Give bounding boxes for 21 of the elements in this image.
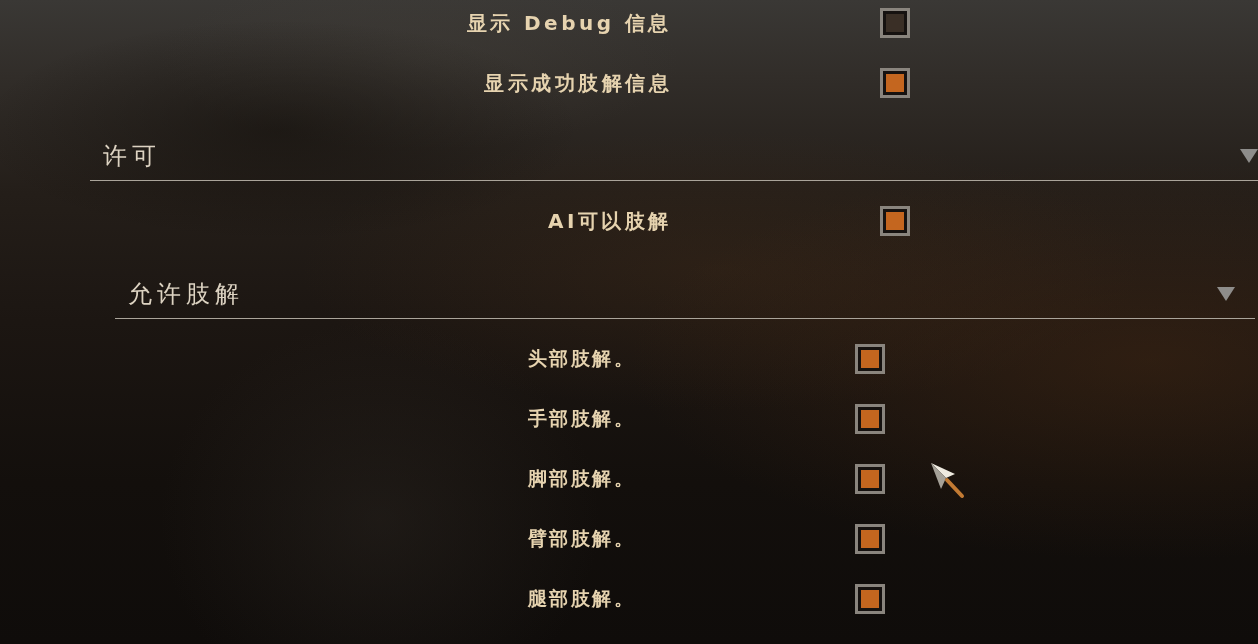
checkbox[interactable] <box>880 68 910 98</box>
setting-label: AI可以肢解 <box>547 207 672 235</box>
caret-down-icon[interactable] <box>1217 286 1235 301</box>
checkbox[interactable] <box>855 524 885 554</box>
checkbox[interactable] <box>880 8 910 38</box>
arrow-cursor-icon <box>930 462 966 500</box>
checkbox[interactable] <box>855 464 885 494</box>
setting-label: 脚部肢解。 <box>526 466 635 491</box>
checkbox[interactable] <box>855 404 885 434</box>
setting-label: 臂部肢解。 <box>526 526 635 551</box>
caret-down-icon[interactable] <box>1240 148 1258 163</box>
setting-label: 手部肢解。 <box>526 406 635 431</box>
setting-label: 腿部肢解。 <box>526 586 635 611</box>
setting-label: 显示成功肢解信息 <box>483 69 672 97</box>
section-title: 许可 <box>103 140 161 172</box>
setting-label: 显示 Debug 信息 <box>465 9 672 37</box>
section-title: 允许肢解 <box>128 278 244 310</box>
checkbox[interactable] <box>880 206 910 236</box>
checkbox[interactable] <box>855 584 885 614</box>
setting-label: 头部肢解。 <box>526 346 635 371</box>
checkbox[interactable] <box>855 344 885 374</box>
